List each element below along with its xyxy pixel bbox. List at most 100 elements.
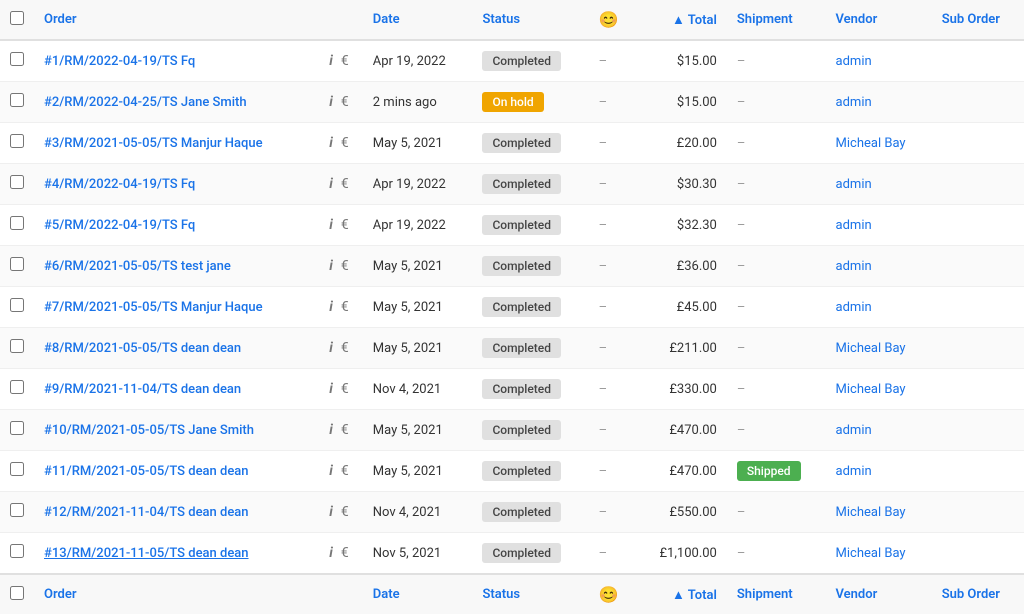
euro-icon[interactable]: €	[337, 338, 353, 358]
vendor-link[interactable]: Micheal Bay	[836, 505, 906, 520]
order-link[interactable]: #7/RM/2021-05-05/TS Manjur Haque	[44, 300, 263, 315]
euro-icon[interactable]: €	[337, 379, 353, 399]
info-icon[interactable]: i	[325, 461, 337, 481]
header-checkbox[interactable]	[0, 0, 34, 40]
euro-icon[interactable]: €	[337, 502, 353, 522]
euro-icon[interactable]: €	[337, 543, 353, 563]
info-icon[interactable]: i	[325, 92, 337, 112]
info-icon[interactable]: i	[325, 420, 337, 440]
row-checkbox-cell[interactable]	[0, 205, 34, 246]
info-icon[interactable]: i	[325, 256, 337, 276]
status-badge: Completed	[482, 174, 561, 194]
row-checkbox-cell[interactable]	[0, 492, 34, 533]
order-link[interactable]: #3/RM/2021-05-05/TS Manjur Haque	[44, 136, 263, 151]
euro-icon[interactable]: €	[337, 133, 353, 153]
vendor-link[interactable]: admin	[836, 259, 872, 274]
vendor-link[interactable]: admin	[836, 218, 872, 233]
row-checkbox[interactable]	[10, 544, 24, 558]
row-checkbox[interactable]	[10, 216, 24, 230]
row-checkbox[interactable]	[10, 52, 24, 66]
footer-select-all-checkbox[interactable]	[10, 586, 24, 600]
vendor-link[interactable]: Micheal Bay	[836, 382, 906, 397]
row-checkbox-cell[interactable]	[0, 328, 34, 369]
row-status: Completed	[472, 40, 588, 82]
header-total[interactable]: ▲ Total	[636, 0, 727, 40]
row-checkbox-cell[interactable]	[0, 369, 34, 410]
footer-date[interactable]: Date	[363, 574, 473, 614]
order-link[interactable]: #11/RM/2021-05-05/TS dean dean	[44, 464, 249, 479]
info-icon[interactable]: i	[325, 502, 337, 522]
euro-icon[interactable]: €	[337, 297, 353, 317]
euro-icon[interactable]: €	[337, 92, 353, 112]
info-icon[interactable]: i	[325, 543, 337, 563]
order-link[interactable]: #6/RM/2021-05-05/TS test jane	[44, 259, 231, 274]
euro-icon[interactable]: €	[337, 215, 353, 235]
footer-checkbox[interactable]	[0, 574, 34, 614]
footer-order[interactable]: Order	[34, 574, 315, 614]
vendor-link[interactable]: Micheal Bay	[836, 341, 906, 356]
vendor-link[interactable]: admin	[836, 177, 872, 192]
info-icon[interactable]: i	[325, 215, 337, 235]
row-checkbox-cell[interactable]	[0, 164, 34, 205]
row-sub-order	[932, 164, 1024, 205]
order-link[interactable]: #5/RM/2022-04-19/TS Fq	[44, 218, 195, 233]
vendor-link[interactable]: admin	[836, 300, 872, 315]
header-date[interactable]: Date	[363, 0, 473, 40]
row-checkbox-cell[interactable]	[0, 533, 34, 575]
vendor-link[interactable]: admin	[836, 54, 872, 69]
row-checkbox[interactable]	[10, 462, 24, 476]
row-checkbox-cell[interactable]	[0, 40, 34, 82]
row-checkbox[interactable]	[10, 175, 24, 189]
order-link[interactable]: #1/RM/2022-04-19/TS Fq	[44, 54, 195, 69]
row-checkbox[interactable]	[10, 134, 24, 148]
row-vendor: Micheal Bay	[826, 123, 932, 164]
euro-icon[interactable]: €	[337, 51, 353, 71]
euro-icon[interactable]: €	[337, 420, 353, 440]
order-link[interactable]: #10/RM/2021-05-05/TS Jane Smith	[44, 423, 254, 438]
row-checkbox[interactable]	[10, 421, 24, 435]
row-checkbox[interactable]	[10, 298, 24, 312]
row-checkbox-cell[interactable]	[0, 246, 34, 287]
row-checkbox[interactable]	[10, 257, 24, 271]
row-checkbox-cell[interactable]	[0, 287, 34, 328]
info-icon[interactable]: i	[325, 297, 337, 317]
row-checkbox-cell[interactable]	[0, 451, 34, 492]
order-link[interactable]: #8/RM/2021-05-05/TS dean dean	[44, 341, 241, 356]
row-sub-order	[932, 40, 1024, 82]
euro-icon[interactable]: €	[337, 256, 353, 276]
row-checkbox-cell[interactable]	[0, 410, 34, 451]
vendor-link[interactable]: admin	[836, 423, 872, 438]
order-link[interactable]: #2/RM/2022-04-25/TS Jane Smith	[44, 95, 247, 110]
header-order[interactable]: Order	[34, 0, 315, 40]
row-checkbox[interactable]	[10, 503, 24, 517]
row-checkbox[interactable]	[10, 339, 24, 353]
vendor-link[interactable]: admin	[836, 95, 872, 110]
info-icon[interactable]: i	[325, 338, 337, 358]
row-checkbox-cell[interactable]	[0, 123, 34, 164]
euro-icon[interactable]: €	[337, 461, 353, 481]
row-checkbox[interactable]	[10, 93, 24, 107]
header-shipment: Shipment	[727, 0, 826, 40]
order-link[interactable]: #9/RM/2021-11-04/TS dean dean	[44, 382, 241, 397]
vendor-link[interactable]: Micheal Bay	[836, 136, 906, 151]
table-row: #6/RM/2021-05-05/TS test janei€May 5, 20…	[0, 246, 1024, 287]
table-row: #9/RM/2021-11-04/TS dean deani€Nov 4, 20…	[0, 369, 1024, 410]
vendor-link[interactable]: admin	[836, 464, 872, 479]
row-shipment: –	[727, 123, 826, 164]
info-icon[interactable]: i	[325, 133, 337, 153]
row-total: £1,100.00	[636, 533, 727, 575]
info-icon[interactable]: i	[325, 174, 337, 194]
info-icon[interactable]: i	[325, 51, 337, 71]
euro-icon[interactable]: €	[337, 174, 353, 194]
vendor-link[interactable]: Micheal Bay	[836, 546, 906, 561]
row-checkbox[interactable]	[10, 380, 24, 394]
row-order: #11/RM/2021-05-05/TS dean dean	[34, 451, 315, 492]
order-link[interactable]: #4/RM/2022-04-19/TS Fq	[44, 177, 195, 192]
order-link[interactable]: #13/RM/2021-11-05/TS dean dean	[44, 546, 249, 561]
row-vendor: admin	[826, 287, 932, 328]
footer-total[interactable]: ▲ Total	[636, 574, 727, 614]
select-all-checkbox[interactable]	[10, 11, 24, 25]
row-checkbox-cell[interactable]	[0, 82, 34, 123]
order-link[interactable]: #12/RM/2021-11-04/TS dean dean	[44, 505, 249, 520]
info-icon[interactable]: i	[325, 379, 337, 399]
